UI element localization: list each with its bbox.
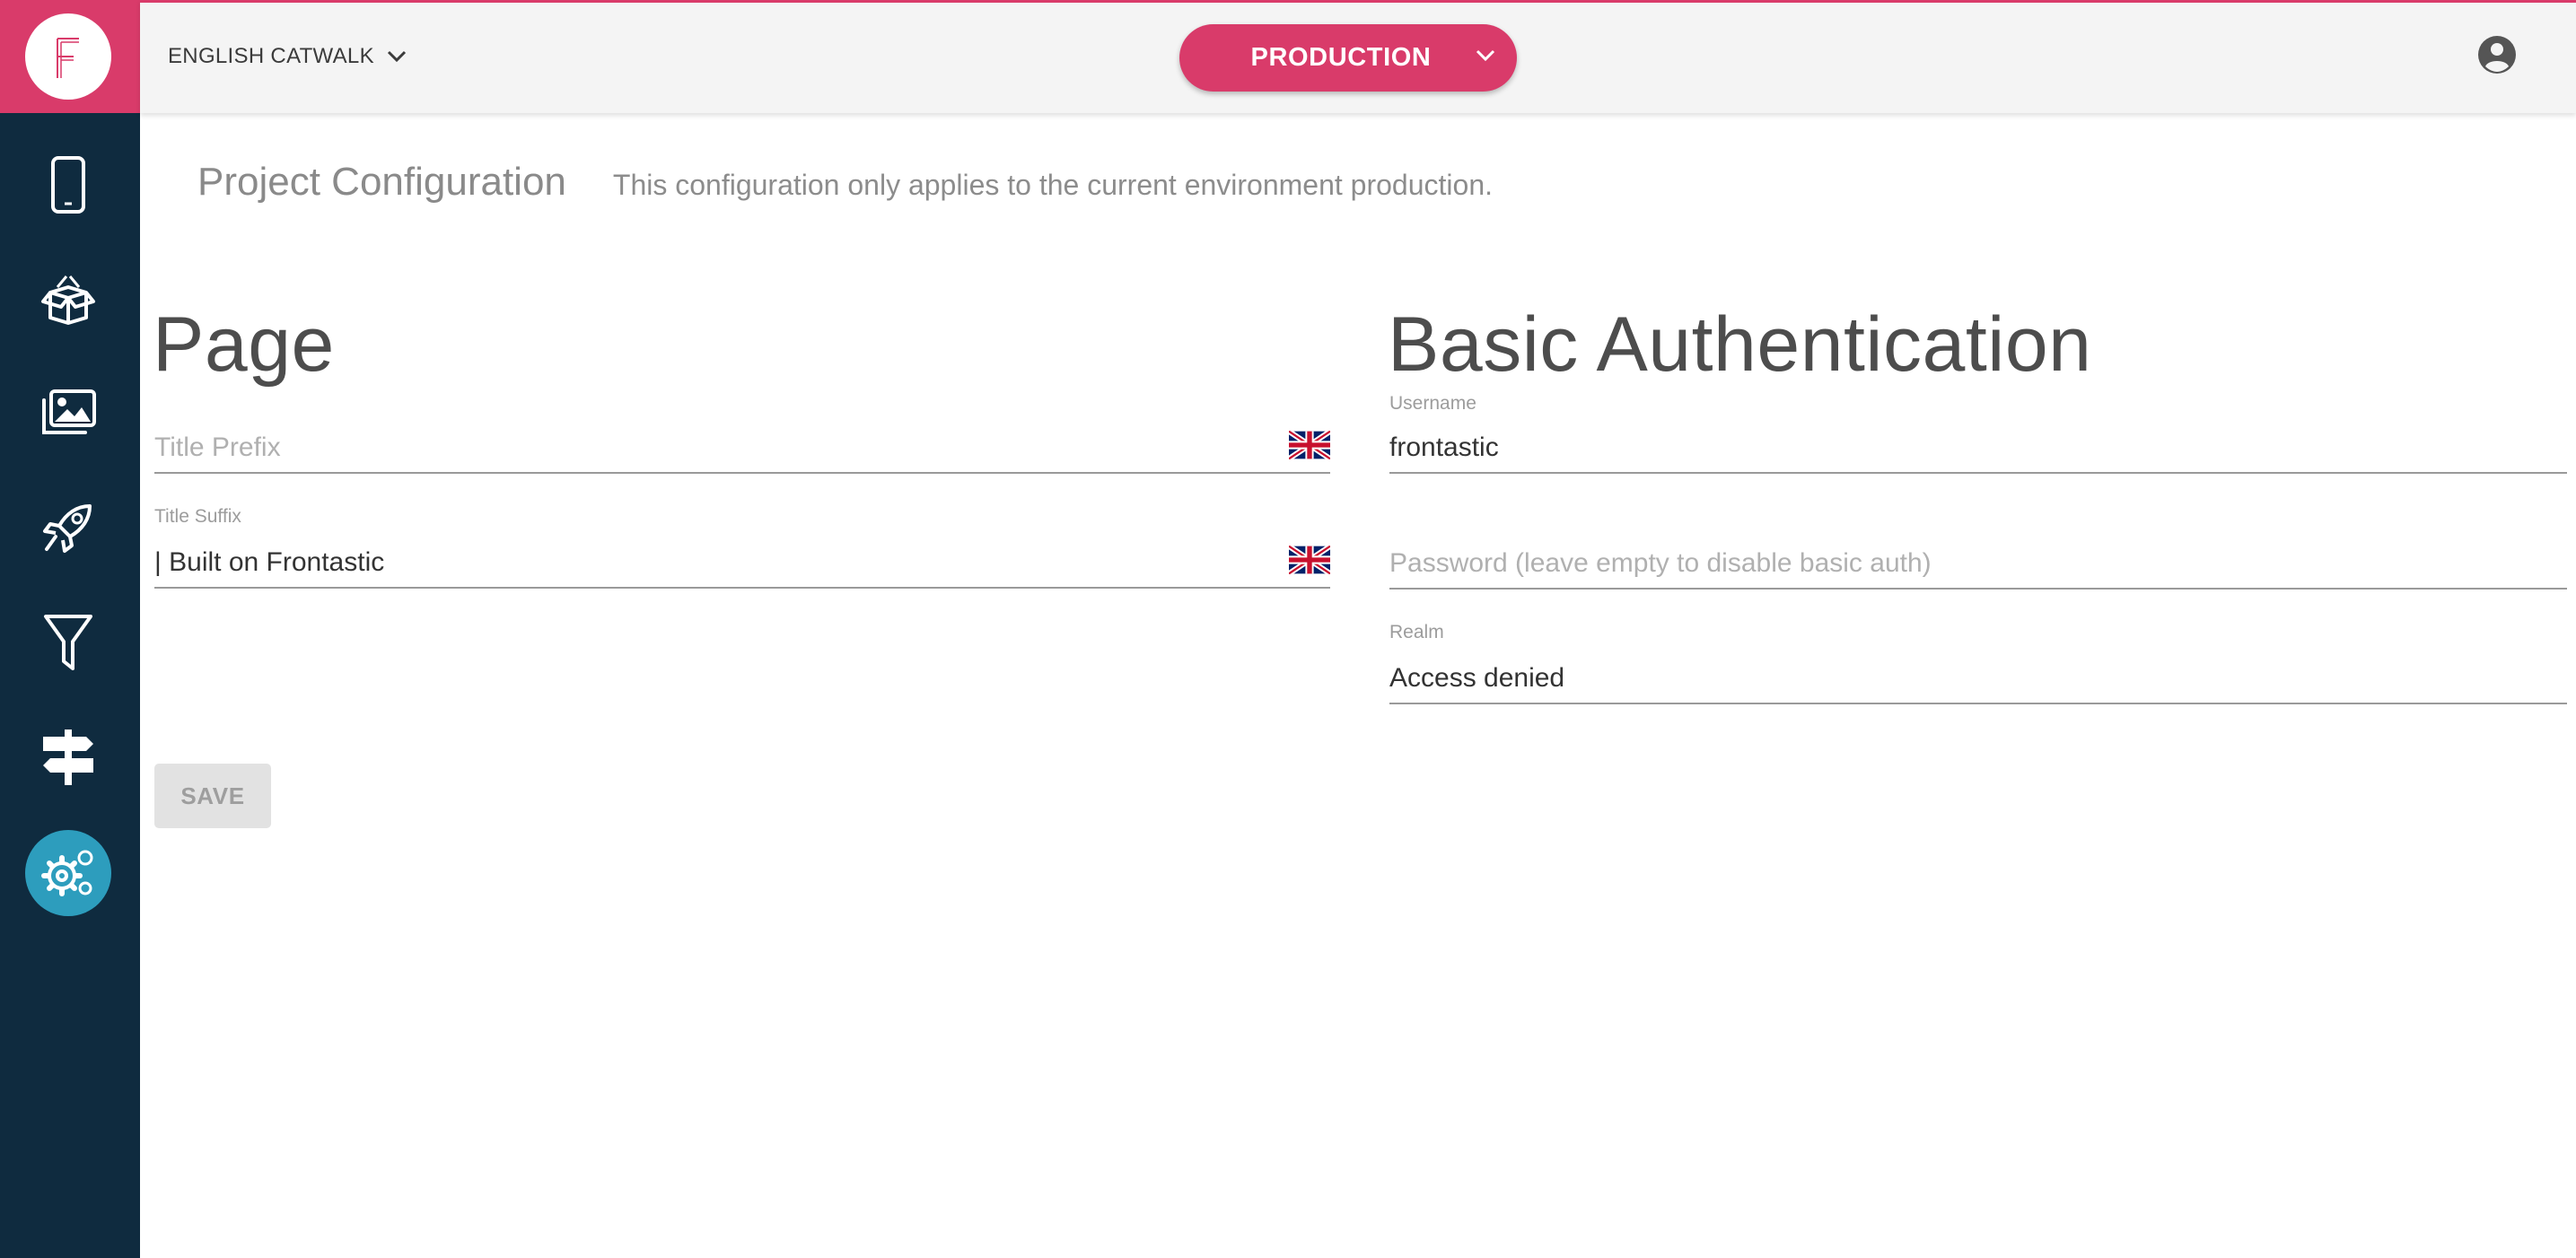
realm-field: Realm — [1389, 622, 2567, 704]
password-field — [1389, 536, 2567, 590]
sidebar-item-settings[interactable] — [25, 830, 111, 916]
chevron-down-icon — [387, 50, 406, 63]
username-label: Username — [1389, 393, 1476, 414]
uk-flag-icon[interactable] — [1289, 431, 1330, 459]
user-account-icon[interactable] — [2477, 35, 2517, 74]
save-button[interactable]: SAVE — [154, 764, 271, 828]
uk-flag-icon[interactable] — [1289, 546, 1330, 574]
title-prefix-field — [154, 420, 1330, 474]
gears-icon — [41, 850, 93, 896]
page-description: This configuration only applies to the c… — [612, 169, 1493, 201]
title-suffix-input[interactable] — [154, 547, 1330, 578]
environment-selector[interactable]: PRODUCTION — [1179, 24, 1517, 92]
sidebar-item-components[interactable] — [25, 256, 111, 342]
rocket-icon — [43, 504, 92, 553]
sidebar-item-media[interactable] — [25, 370, 111, 456]
section-title-basic-auth: Basic Authentication — [1388, 301, 2092, 388]
username-field: Username — [1389, 393, 2567, 474]
username-input[interactable] — [1389, 432, 2567, 463]
sidebar-item-deployments[interactable] — [25, 485, 111, 571]
images-icon — [42, 389, 96, 434]
sidebar-item-routing[interactable] — [25, 714, 111, 800]
box-icon — [41, 275, 95, 325]
realm-input[interactable] — [1389, 663, 2567, 694]
environment-label: PRODUCTION — [1250, 43, 1432, 72]
sidebar-item-filters[interactable] — [25, 599, 111, 686]
page-header: Project Configuration This configuration… — [197, 160, 1493, 205]
section-title-page: Page — [153, 301, 335, 388]
logo-area — [0, 0, 140, 113]
project-selector[interactable]: ENGLISH CATWALK — [168, 44, 407, 69]
realm-label: Realm — [1389, 622, 1444, 642]
filter-icon — [44, 615, 92, 670]
sidebar-item-devices[interactable] — [25, 142, 111, 228]
mobile-device-icon — [51, 156, 85, 214]
sidebar — [0, 0, 140, 1258]
project-name: ENGLISH CATWALK — [168, 44, 374, 68]
title-suffix-field: Title Suffix — [154, 506, 1330, 589]
topbar: ENGLISH CATWALK PRODUCTION — [140, 0, 2576, 113]
password-input[interactable] — [1389, 548, 2567, 579]
title-prefix-input[interactable] — [154, 432, 1330, 463]
chevron-down-icon — [1476, 49, 1495, 62]
title-suffix-label: Title Suffix — [154, 506, 241, 527]
frontastic-logo[interactable] — [25, 13, 111, 100]
page-title: Project Configuration — [197, 160, 566, 204]
signpost-icon — [43, 729, 93, 785]
